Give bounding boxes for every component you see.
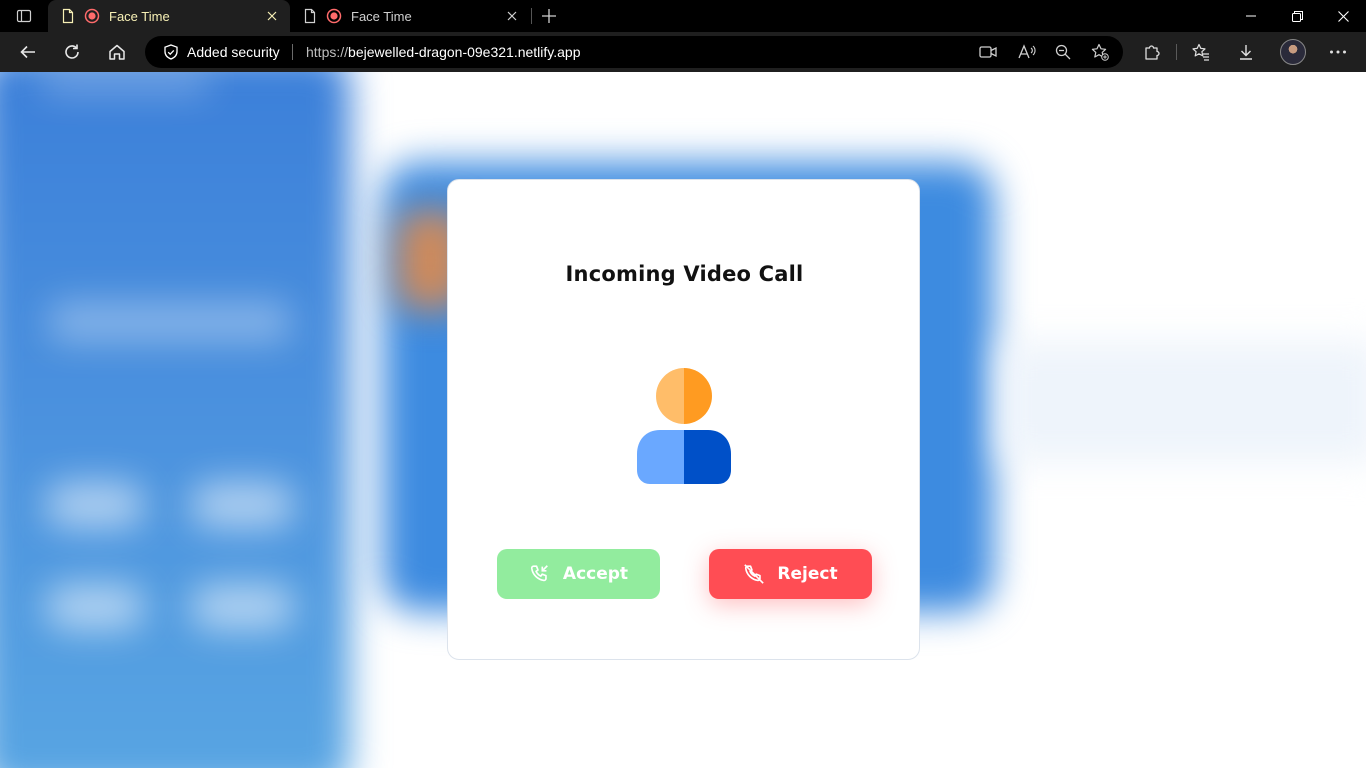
home-icon[interactable] [103, 38, 131, 66]
close-icon[interactable] [504, 8, 520, 24]
tab-face-time-1[interactable]: Face Time [48, 0, 290, 32]
tab-actions-icon[interactable] [12, 6, 36, 26]
background-pill [190, 584, 295, 630]
address-divider [292, 44, 293, 60]
background-pill [190, 482, 295, 528]
favorite-add-icon[interactable] [1090, 42, 1110, 62]
toolbar-divider [1176, 44, 1177, 60]
browser-toolbar: Added security https://bejewelled-dragon… [0, 32, 1366, 72]
recording-icon [84, 8, 100, 24]
tab-divider [531, 8, 532, 24]
document-icon [62, 8, 74, 24]
tab-face-time-2[interactable]: Face Time [290, 0, 530, 32]
reject-label: Reject [777, 564, 838, 584]
video-camera-icon[interactable] [978, 42, 998, 62]
call-end-icon [744, 564, 765, 584]
user-icon [637, 368, 731, 484]
minimize-icon[interactable] [1228, 0, 1274, 32]
url-text[interactable]: https://bejewelled-dragon-09e321.netlify… [306, 44, 581, 60]
downloads-icon[interactable] [1232, 38, 1260, 66]
dialog-title: Incoming Video Call [565, 262, 804, 286]
background-bar [50, 302, 290, 342]
background-pill [45, 584, 145, 630]
recording-icon [326, 8, 342, 24]
page-viewport: Incoming Video Call Accept Reject [0, 72, 1366, 768]
incoming-call-dialog: Incoming Video Call Accept Reject [447, 179, 920, 660]
restore-icon[interactable] [1274, 0, 1320, 32]
background-bar [40, 72, 210, 92]
zoom-out-icon[interactable] [1053, 42, 1073, 62]
document-icon [304, 8, 316, 24]
accept-label: Accept [562, 564, 629, 584]
extensions-icon[interactable] [1138, 38, 1166, 66]
avatar[interactable] [1280, 39, 1306, 65]
security-label[interactable]: Added security [187, 44, 280, 60]
tab-strip: Face Time Face Time [0, 0, 1366, 32]
tab-title: Face Time [351, 8, 412, 24]
tab-title: Face Time [109, 8, 170, 24]
back-icon[interactable] [14, 38, 42, 66]
background-haze [1000, 342, 1366, 462]
url-scheme: https:// [306, 44, 349, 60]
address-bar[interactable]: Added security https://bejewelled-dragon… [145, 36, 1123, 68]
background-pill [45, 482, 145, 528]
reject-button[interactable]: Reject [709, 549, 872, 599]
background-phone [0, 72, 350, 768]
window-close-icon[interactable] [1320, 0, 1366, 32]
more-icon[interactable] [1324, 38, 1352, 66]
url-host: bejewelled-dragon-09e321.netlify.app [348, 44, 581, 60]
read-aloud-icon[interactable] [1017, 42, 1037, 62]
accept-button[interactable]: Accept [497, 549, 660, 599]
refresh-icon[interactable] [58, 38, 86, 66]
favorites-icon[interactable] [1187, 38, 1215, 66]
new-tab-icon[interactable] [539, 6, 559, 26]
close-icon[interactable] [264, 8, 280, 24]
shield-icon [164, 44, 178, 60]
incoming-call-icon [530, 565, 548, 582]
